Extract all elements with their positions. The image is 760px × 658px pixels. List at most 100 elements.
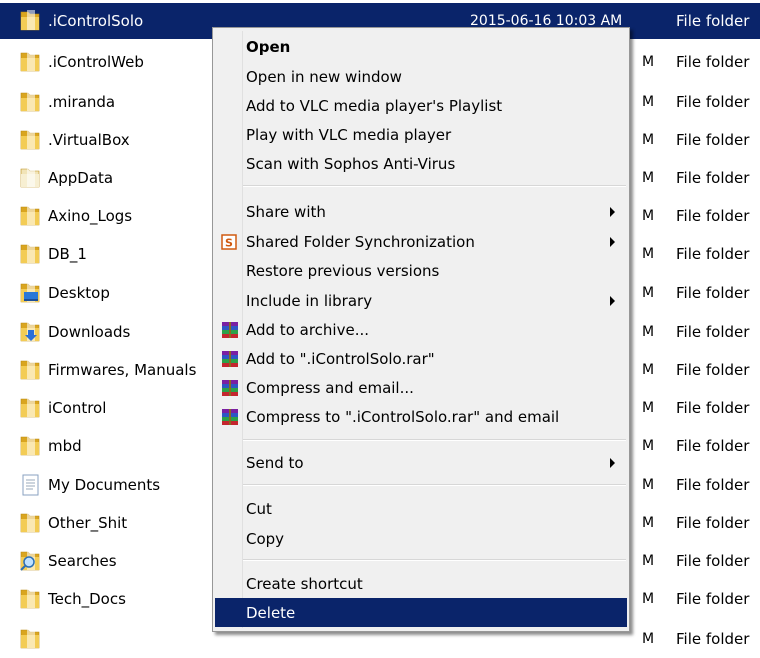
menu-item-create-shortcut[interactable]: Create shortcut [215,569,627,598]
date-modified-fragment: M [642,324,655,340]
submenu-arrow-icon [610,206,615,217]
file-type: File folder [676,323,750,341]
menu-item-add-to-archive[interactable]: Add to archive... [215,315,627,344]
date-modified-fragment: M [642,362,655,378]
folder-icon [18,9,44,33]
file-type: File folder [676,284,750,302]
menu-item-scan-with-sophos-anti-virus[interactable]: Scan with Sophos Anti-Virus [215,149,627,178]
menu-item-include-in-library[interactable]: Include in library [215,286,627,315]
folder-icon [18,511,44,535]
folder-icon [18,90,44,114]
menu-item-play-with-vlc-media-player[interactable]: Play with VLC media player [215,120,627,149]
menu-item-label: Compress and email... [246,378,414,397]
file-name: iControl [48,399,107,417]
svg-text:S: S [225,236,233,249]
folder-icon [18,587,44,611]
menu-item-compress-and-email[interactable]: Compress and email... [215,373,627,402]
menu-item-label: Share with [246,202,326,221]
menu-separator [243,484,626,486]
menu-item-label: Scan with Sophos Anti-Virus [246,154,456,173]
file-type: File folder [676,53,750,71]
folder-icon [18,627,44,651]
folder-icon [18,358,44,382]
file-type: File folder [676,437,750,455]
faded-folder-icon [18,166,44,190]
menu-item-add-to-vlc-media-player-s-playlist[interactable]: Add to VLC media player's Playlist [215,91,627,120]
file-name: Firmwares, Manuals [48,361,197,379]
context-menu: Open Open in new window Add to VLC media p… [212,27,630,632]
menu-separator [243,559,626,561]
menu-item-compress-to-icontrolsolo-rar-and-email[interactable]: Compress to ".iControlSolo.rar" and emai… [215,402,627,431]
file-name: .miranda [48,93,116,111]
menu-item-send-to[interactable]: Send to [215,448,627,477]
date-modified-fragment: M [642,477,655,493]
folder-icon [18,50,44,74]
submenu-arrow-icon [610,457,615,468]
file-name: Searches [48,552,117,570]
date-modified-fragment: M [642,54,655,70]
file-type: File folder [676,93,750,111]
sync-icon: S [220,232,240,252]
date-modified-fragment: M [642,94,655,110]
winrar-icon [220,349,240,369]
menu-item-label: Copy [246,529,285,548]
winrar-icon [220,407,240,427]
file-type: File folder [676,169,750,187]
submenu-arrow-icon [610,295,615,306]
menu-item-label: Restore previous versions [246,261,440,280]
menu-item-restore-previous-versions[interactable]: Restore previous versions [215,256,627,285]
documents-icon [18,473,44,497]
file-name: Downloads [48,323,131,341]
file-type: File folder [676,552,750,570]
menu-item-label: Include in library [246,291,373,310]
menu-item-shared-folder-synchronization[interactable]: S Shared Folder Synchronization [215,227,627,256]
file-type: File folder [676,476,750,494]
menu-item-label: Create shortcut [246,574,363,593]
menu-item-cut[interactable]: Cut [215,494,627,523]
date-modified-fragment: M [642,591,655,607]
file-name: Tech_Docs [48,590,126,608]
file-name: .iControlSolo [48,12,144,30]
menu-item-label: Compress to ".iControlSolo.rar" and emai… [246,407,560,426]
folder-icon [18,204,44,228]
winrar-icon [220,320,240,340]
menu-item-open[interactable]: Open [215,32,627,61]
menu-item-open-in-new-window[interactable]: Open in new window [215,62,627,91]
file-name: AppData [48,169,114,187]
searches-icon [18,549,44,573]
date-modified-fragment: M [642,438,655,454]
menu-item-copy[interactable]: Copy [215,524,627,553]
file-type: File folder [676,131,750,149]
winrar-icon [220,378,240,398]
date-modified-fragment: M [642,285,655,301]
menu-item-delete[interactable]: Delete [215,598,627,627]
file-type: File folder [676,590,750,608]
date-modified-fragment: M [642,208,655,224]
date-modified-fragment: M [642,631,655,647]
menu-item-label: Send to [246,453,304,472]
downloads-folder-icon [18,320,44,344]
menu-item-label: Delete [246,603,296,622]
folder-icon [18,242,44,266]
date-modified-fragment: M [642,170,655,186]
file-type: File folder [676,207,750,225]
file-name: DB_1 [48,245,87,263]
file-type: File folder [676,12,750,30]
file-name: Axino_Logs [48,207,133,225]
menu-item-label: Add to ".iControlSolo.rar" [246,349,435,368]
date-modified-fragment: M [642,246,655,262]
menu-separator [243,185,626,187]
file-type: File folder [676,514,750,532]
menu-item-label: Cut [246,499,272,518]
menu-item-share-with[interactable]: Share with [215,197,627,226]
menu-item-label: Add to archive... [246,320,369,339]
date-modified-fragment: M [642,553,655,569]
file-name: mbd [48,437,82,455]
file-type: File folder [676,399,750,417]
file-name: My Documents [48,476,161,494]
folder-icon [18,396,44,420]
menu-item-add-to-icontrolsolo-rar[interactable]: Add to ".iControlSolo.rar" [215,344,627,373]
submenu-arrow-icon [610,236,615,247]
file-name: Desktop [48,284,110,302]
date-modified-fragment: M [642,515,655,531]
